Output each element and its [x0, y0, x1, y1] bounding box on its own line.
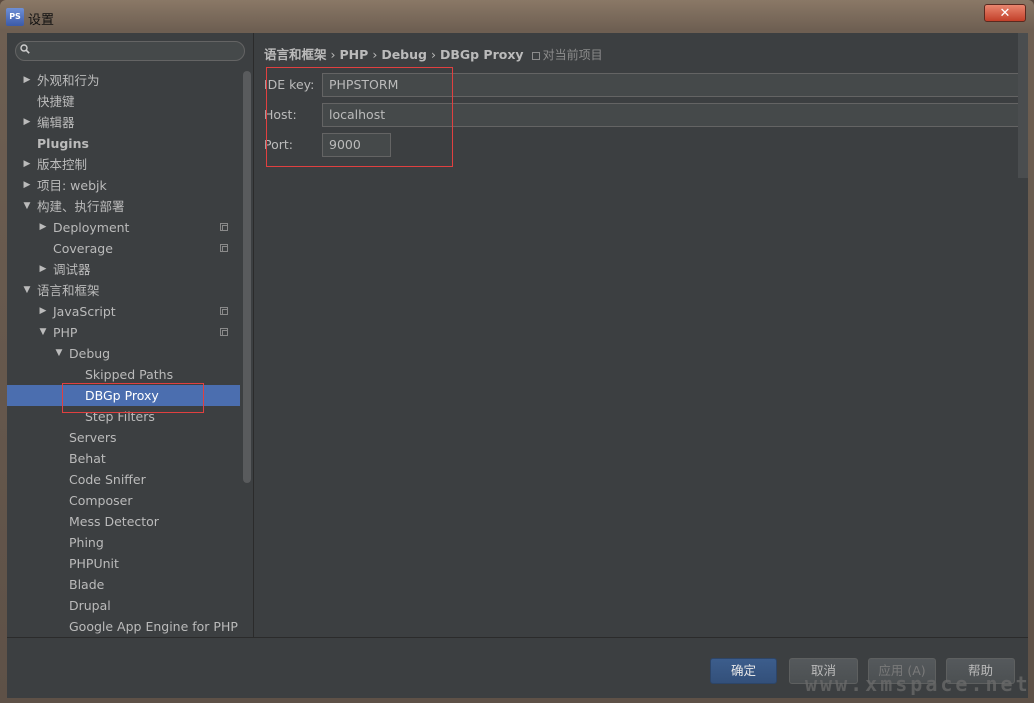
collapsed-arrow-icon[interactable]: ▶ [37, 217, 49, 238]
collapsed-arrow-icon[interactable]: ▶ [21, 175, 33, 196]
content-panel: 语言和框架 › PHP › Debug › DBGp Proxy 对当前项目 IDE key:… [254, 33, 1028, 637]
collapsed-arrow-icon[interactable]: ▶ [37, 259, 49, 280]
close-button[interactable]: ✕ [984, 4, 1026, 22]
sidebar-tree-item[interactable]: ▼ 构建、执行部署 [7, 196, 240, 217]
breadcrumb-item: 语言和框架 [264, 47, 327, 62]
watermark: www.xmspace.net [805, 672, 1031, 696]
collapsed-arrow-icon[interactable]: ▶ [21, 154, 33, 175]
sidebar-tree-label: 编辑器 [37, 115, 75, 130]
sidebar-tree-item[interactable]: Coverage [7, 238, 240, 259]
footer-divider [7, 637, 1028, 638]
sidebar-tree-label: PHPUnit [69, 556, 119, 571]
sidebar-tree-label: Mess Detector [69, 514, 159, 529]
window-title: 设置 [28, 13, 55, 28]
breadcrumb-item: Debug [381, 47, 427, 62]
project-level-copy-icon [220, 328, 228, 336]
sidebar-tree-item[interactable]: ▼ PHP [7, 322, 240, 343]
sidebar-tree-item[interactable]: ▶ 编辑器 [7, 112, 240, 133]
sidebar-tree-item[interactable]: Google App Engine for PHP [7, 616, 240, 637]
sidebar-tree-item[interactable]: PHPUnit [7, 553, 240, 574]
sidebar-tree-label: JavaScript [53, 304, 116, 319]
annotation-highlight-box [62, 383, 204, 413]
sidebar-tree-item[interactable]: Blade [7, 574, 240, 595]
collapsed-arrow-icon[interactable]: ▶ [37, 301, 49, 322]
sidebar-tree-label: Coverage [53, 241, 113, 256]
sidebar-tree-item[interactable]: ▶ JavaScript [7, 301, 240, 322]
ok-button[interactable]: 确定 [710, 658, 777, 684]
sidebar-tree-item[interactable]: ▶ 调试器 [7, 259, 240, 280]
sidebar-tree-item[interactable]: Code Sniffer [7, 469, 240, 490]
sidebar-tree-item[interactable]: Servers [7, 427, 240, 448]
sidebar-tree-label: Skipped Paths [85, 367, 174, 382]
project-scope-icon [531, 52, 540, 60]
sidebar-tree-item[interactable]: Behat [7, 448, 240, 469]
sidebar-tree-label: Code Sniffer [69, 472, 146, 487]
search-icon [20, 44, 30, 54]
expanded-arrow-icon[interactable]: ▼ [53, 343, 65, 364]
sidebar-tree-item[interactable]: ▶ Deployment [7, 217, 240, 238]
breadcrumb-separator: › [430, 47, 436, 62]
sidebar-tree-label: Drupal [69, 598, 111, 613]
expanded-arrow-icon[interactable]: ▼ [37, 322, 49, 343]
sidebar-tree-item[interactable]: ▶ 版本控制 [7, 154, 240, 175]
project-level-copy-icon [220, 307, 228, 315]
sidebar-tree-label: Phing [69, 535, 104, 550]
sidebar-tree-item[interactable]: ▼ 语言和框架 [7, 280, 240, 301]
breadcrumb-item: PHP [339, 47, 369, 62]
settings-search-input[interactable] [15, 41, 245, 61]
sidebar-tree-label: 构建、执行部署 [37, 199, 125, 214]
sidebar-tree-label: Composer [69, 493, 133, 508]
sidebar-tree-label: Behat [69, 451, 106, 466]
sidebar-tree-label: 项目: webjk [37, 178, 107, 193]
project-scope-label: 对当前项目 [542, 48, 603, 62]
collapsed-arrow-icon[interactable]: ▶ [21, 70, 33, 91]
expanded-arrow-icon[interactable]: ▼ [21, 280, 33, 301]
sidebar-tree-label: Servers [69, 430, 117, 445]
sidebar-tree-label: Deployment [53, 220, 130, 235]
sidebar-tree-item[interactable]: 快捷键 [7, 91, 240, 112]
sidebar-tree-label: 快捷键 [37, 94, 75, 109]
sidebar-tree-label: 版本控制 [37, 157, 88, 172]
settings-dialog: ▶ 外观和行为快捷键 ▶ 编辑器 Plugins ▶ 版本控制 ▶ 项目: webjk ▼ 构建、执… [7, 33, 1028, 698]
sidebar-tree-label: Google App Engine for PHP [69, 619, 238, 634]
sidebar-tree-item[interactable]: Mess Detector [7, 511, 240, 532]
sidebar-tree-label: Debug [69, 346, 111, 361]
phpstorm-app-icon: PS [6, 8, 24, 26]
project-scope-note: 对当前项目 [531, 48, 603, 62]
sidebar-tree-label: PHP [53, 325, 78, 340]
collapsed-arrow-icon[interactable]: ▶ [21, 112, 33, 133]
sidebar-tree-label: 语言和框架 [37, 283, 100, 298]
sidebar-tree-item[interactable]: Phing [7, 532, 240, 553]
project-level-copy-icon [220, 223, 228, 231]
annotation-highlight-box [266, 67, 453, 167]
sidebar-tree-label: 外观和行为 [37, 73, 100, 88]
breadcrumb-separator: › [372, 47, 378, 62]
breadcrumb-item: DBGp Proxy [439, 47, 524, 62]
sidebar-tree-label: Plugins [37, 136, 89, 151]
sidebar-tree-item[interactable]: ▶ 外观和行为 [7, 70, 240, 91]
sidebar-tree-item[interactable]: Skipped Paths [7, 364, 240, 385]
sidebar-tree-item[interactable]: ▶ 项目: webjk [7, 175, 240, 196]
sidebar-tree-label: 调试器 [53, 262, 91, 277]
project-level-copy-icon [220, 244, 228, 252]
sidebar-tree-item[interactable]: Composer [7, 490, 240, 511]
breadcrumb-separator: › [330, 47, 336, 62]
content-scrollbar[interactable] [1018, 33, 1028, 178]
sidebar-tree-item[interactable]: ▼ Debug [7, 343, 240, 364]
breadcrumb: 语言和框架 › PHP › Debug › DBGp Proxy 对当前项目 [264, 44, 603, 63]
sidebar-tree-label: Blade [69, 577, 105, 592]
settings-tree: ▶ 外观和行为快捷键 ▶ 编辑器 Plugins ▶ 版本控制 ▶ 项目: webjk ▼ 构建、执… [7, 70, 240, 637]
settings-sidebar: ▶ 外观和行为快捷键 ▶ 编辑器 Plugins ▶ 版本控制 ▶ 项目: webjk ▼ 构建、执… [7, 33, 253, 637]
title-bar: PS 设置 ✕ [0, 0, 1034, 34]
sidebar-tree-item[interactable]: Plugins [7, 133, 240, 154]
sidebar-scrollbar[interactable] [243, 71, 251, 483]
expanded-arrow-icon[interactable]: ▼ [21, 196, 33, 217]
sidebar-tree-item[interactable]: Drupal [7, 595, 240, 616]
